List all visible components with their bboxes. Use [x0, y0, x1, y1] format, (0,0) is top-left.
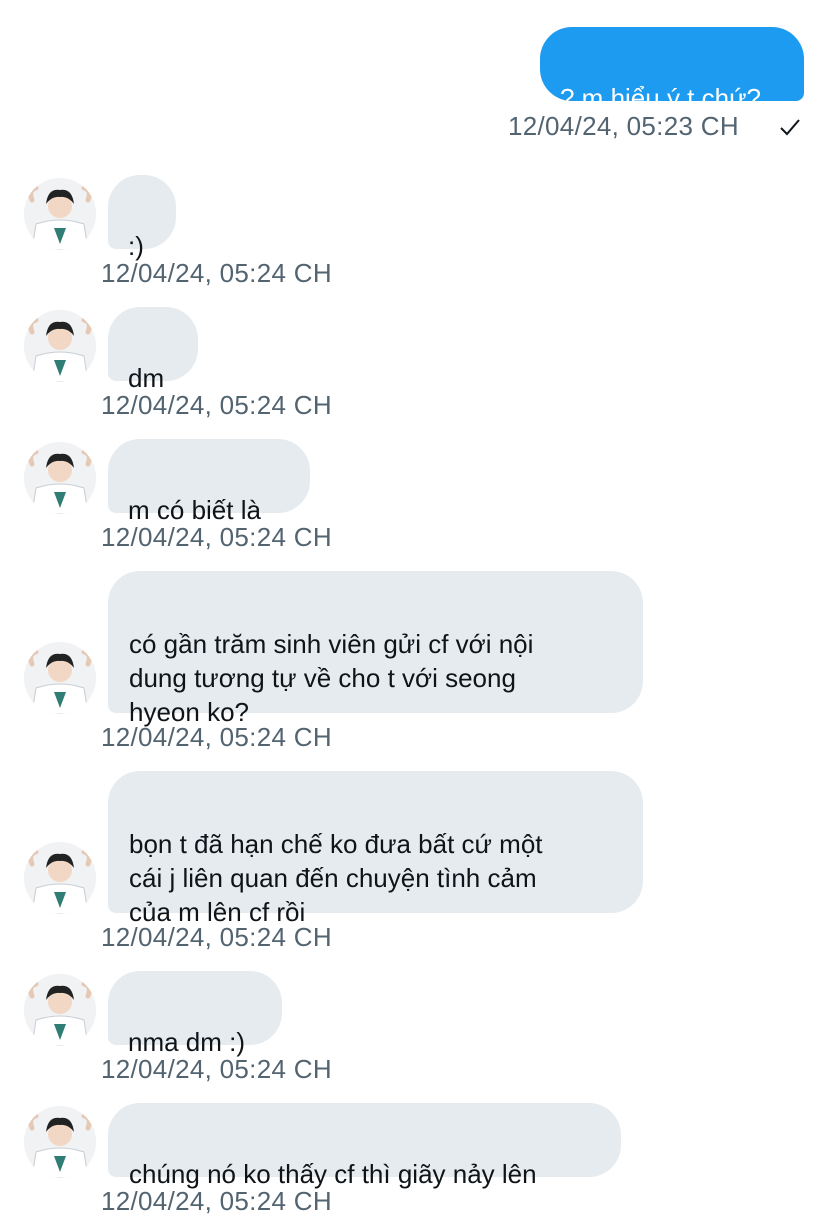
- message-text: :): [128, 231, 144, 261]
- message-timestamp: 12/04/24, 05:24 CH: [101, 390, 332, 420]
- outgoing-message-bubble[interactable]: ? m hiểu ý t chứ?: [540, 27, 804, 113]
- incoming-message-bubble[interactable]: chúng nó ko thấy cf thì giãy nảy lên: [108, 1103, 621, 1189]
- message-timestamp: 12/04/24, 05:24 CH: [101, 1186, 332, 1216]
- message-timestamp: 12/04/24, 05:24 CH: [101, 258, 332, 288]
- message-text: ? m hiểu ý t chứ?: [560, 83, 761, 113]
- message-timestamp: 12/04/24, 05:23 CH: [508, 111, 739, 141]
- user-avatar-icon: [24, 642, 96, 714]
- message-text: có gần trăm sinh viên gửi cf với nội dun…: [129, 629, 534, 727]
- checkmark-icon: [780, 119, 800, 136]
- user-avatar-icon: [24, 974, 96, 1046]
- avatar[interactable]: [24, 842, 96, 914]
- avatar[interactable]: [24, 974, 96, 1046]
- avatar[interactable]: [24, 178, 96, 250]
- user-avatar-icon: [24, 178, 96, 250]
- message-text: chúng nó ko thấy cf thì giãy nảy lên: [129, 1159, 537, 1189]
- avatar[interactable]: [24, 442, 96, 514]
- incoming-message-bubble[interactable]: có gần trăm sinh viên gửi cf với nội dun…: [108, 571, 643, 727]
- user-avatar-icon: [24, 310, 96, 382]
- avatar[interactable]: [24, 642, 96, 714]
- message-text: bọn t đã hạn chế ko đưa bất cứ một cái j…: [129, 829, 543, 927]
- message-text: m có biết là: [128, 495, 261, 525]
- avatar[interactable]: [24, 1106, 96, 1178]
- incoming-message-bubble[interactable]: :): [108, 175, 176, 261]
- incoming-message-bubble[interactable]: dm: [108, 307, 198, 393]
- message-text: dm: [128, 363, 165, 393]
- incoming-message-bubble[interactable]: m có biết là: [108, 439, 310, 525]
- user-avatar-icon: [24, 442, 96, 514]
- message-timestamp: 12/04/24, 05:24 CH: [101, 922, 332, 952]
- incoming-message-bubble[interactable]: nma dm :): [108, 971, 282, 1057]
- message-timestamp: 12/04/24, 05:24 CH: [101, 1054, 332, 1084]
- user-avatar-icon: [24, 842, 96, 914]
- user-avatar-icon: [24, 1106, 96, 1178]
- avatar[interactable]: [24, 310, 96, 382]
- message-text: nma dm :): [128, 1027, 246, 1057]
- incoming-message-bubble[interactable]: bọn t đã hạn chế ko đưa bất cứ một cái j…: [108, 771, 643, 927]
- conversation-thread: ? m hiểu ý t chứ? 12/04/24, 05:23 CH :) …: [0, 0, 828, 1221]
- message-timestamp: 12/04/24, 05:24 CH: [101, 722, 332, 752]
- message-timestamp: 12/04/24, 05:24 CH: [101, 522, 332, 552]
